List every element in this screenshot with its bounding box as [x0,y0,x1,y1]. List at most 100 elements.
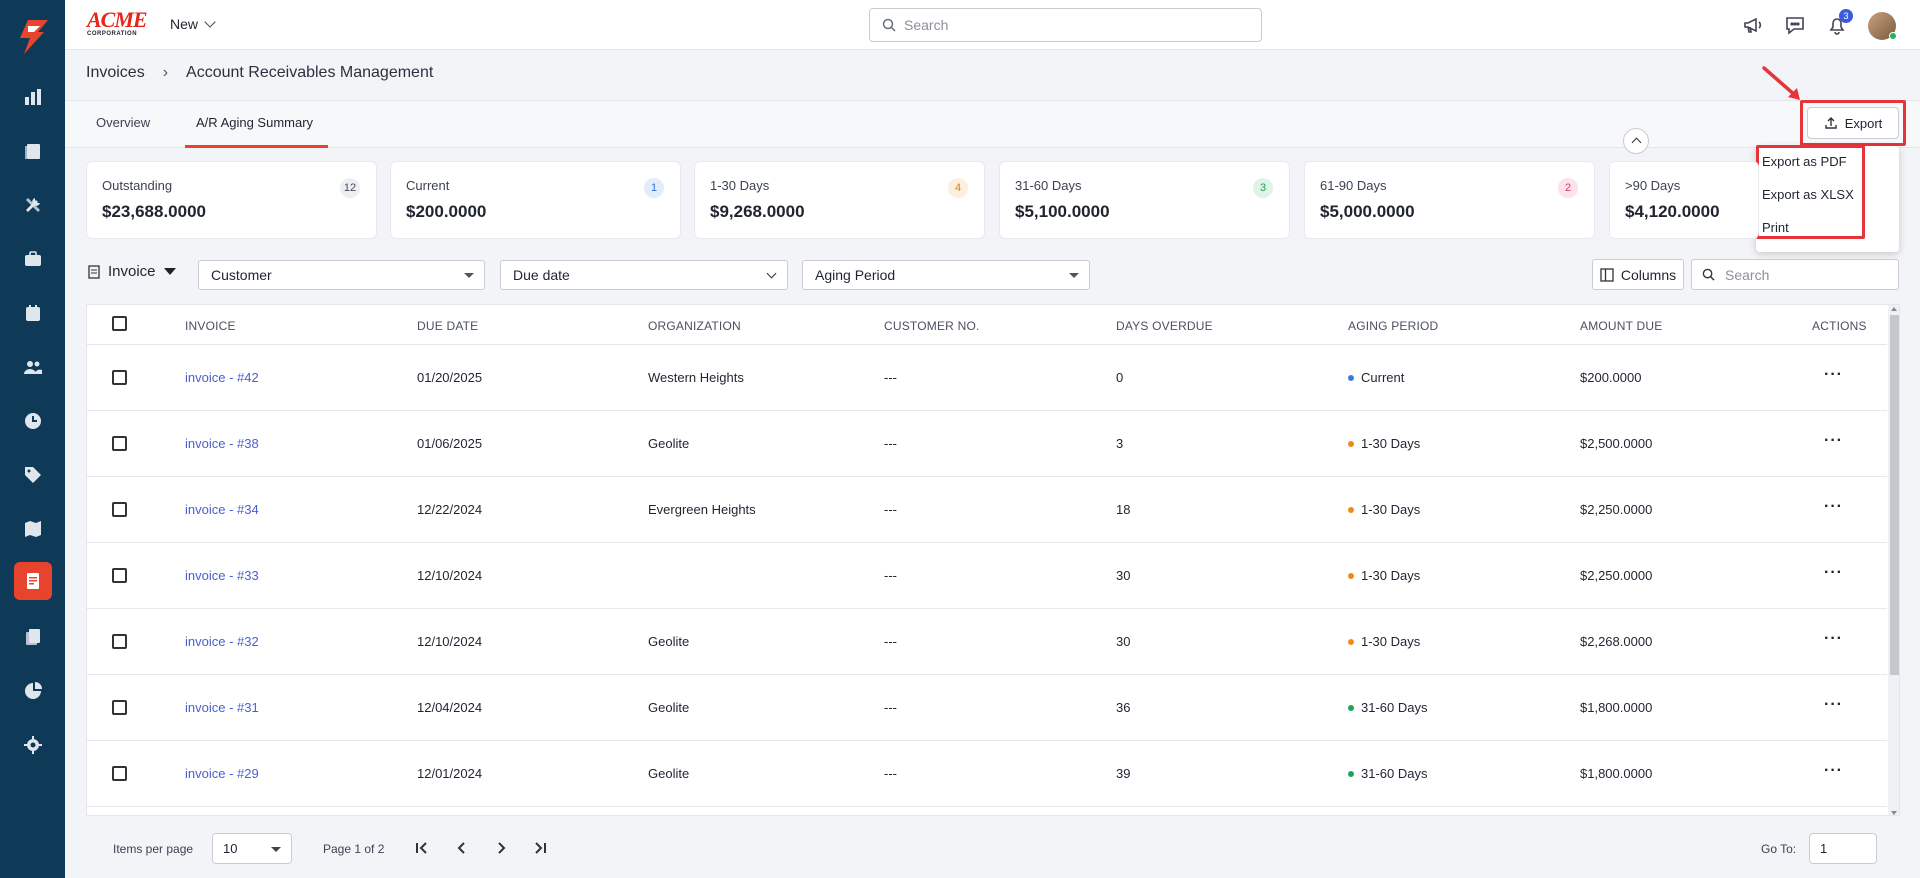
table-row[interactable]: invoice - #38 01/06/2025 Geolite --- 3 1-30 D… [87,411,1887,477]
row-checkbox[interactable] [112,766,127,781]
summary-card-1-30-days[interactable]: 1-30 Days $9,268.0000 4 [694,161,985,239]
row-actions-menu-icon[interactable]: ··· [1824,631,1843,647]
due-date-filter[interactable]: Due date [500,260,788,290]
invoice-link[interactable]: invoice - #33 [185,568,259,583]
summary-card-outstanding[interactable]: Outstanding $23,688.0000 12 [86,161,377,239]
export-button[interactable]: Export [1807,107,1899,139]
goto-page-input[interactable]: 1 [1809,833,1877,864]
select-all-checkbox[interactable] [112,316,127,331]
column-header-due-date[interactable]: DUE DATE [417,319,478,333]
pie-chart-icon[interactable] [20,678,46,704]
scroll-up-icon[interactable] [1891,307,1897,311]
new-menu-button[interactable]: New [170,16,216,32]
breadcrumb-invoices-link[interactable]: Invoices [86,64,145,82]
column-header-invoice[interactable]: INVOICE [185,319,236,333]
summary-card-31-60-days[interactable]: 31-60 Days $5,100.0000 3 [999,161,1290,239]
table-search[interactable] [1691,259,1899,290]
table-row[interactable]: invoice - #29 12/01/2024 Geolite --- 39 31-60… [87,741,1887,807]
row-checkbox[interactable] [112,436,127,451]
invoice-link[interactable]: invoice - #38 [185,436,259,451]
global-search[interactable] [869,8,1262,42]
column-header-aging-period[interactable]: AGING PERIOD [1348,319,1438,333]
row-checkbox[interactable] [112,502,127,517]
due-date-cell: 12/10/2024 [417,634,483,649]
customer-filter[interactable]: Customer [198,260,485,290]
table-row[interactable]: invoice - #32 12/10/2024 Geolite --- 30 1-30 … [87,609,1887,675]
tab-overview[interactable]: Overview [96,115,150,130]
row-checkbox[interactable] [112,568,127,583]
aging-period-filter[interactable]: Aging Period [802,260,1090,290]
columns-icon [1600,267,1614,282]
column-header-days-overdue[interactable]: DAYS OVERDUE [1116,319,1213,333]
row-checkbox[interactable] [112,634,127,649]
sidebar [0,0,65,878]
column-header-organization[interactable]: ORGANIZATION [648,319,741,333]
dashboard-chart-icon[interactable] [20,84,46,110]
documents-icon[interactable] [20,624,46,650]
previous-page-icon[interactable] [452,838,472,858]
calendar-icon[interactable] [20,300,46,326]
tab-ar-aging-summary[interactable]: A/R Aging Summary [196,115,313,130]
aging-period-label: 1-30 Days [1361,436,1421,451]
table-row[interactable]: invoice - #42 01/20/2025 Western Heights --… [87,345,1887,411]
settings-icon[interactable] [20,732,46,758]
table-row[interactable]: invoice - #33 12/10/2024 --- 30 1-30 Days $2,… [87,543,1887,609]
column-header-amount-due[interactable]: AMOUNT DUE [1580,319,1662,333]
table-search-input[interactable] [1725,266,1885,283]
table-row[interactable]: invoice - #34 12/22/2024 Evergreen Heights… [87,477,1887,543]
status-dot-icon [1348,506,1354,513]
scroll-down-icon[interactable] [1891,811,1897,815]
status-dot-icon [1348,704,1354,711]
row-actions-menu-icon[interactable]: ··· [1824,697,1843,713]
row-actions-menu-icon[interactable]: ··· [1824,763,1843,779]
column-header-customer-no[interactable]: CUSTOMER NO. [884,319,980,333]
tag-icon[interactable] [20,462,46,488]
top-bar: ACME CORPORATION New 3 [65,0,1920,50]
chat-icon[interactable] [1784,14,1806,39]
view-selector[interactable]: Invoice [88,263,176,280]
due-date-cell: 12/01/2024 [417,766,483,781]
collapse-summary-button[interactable] [1623,128,1649,154]
acme-logo[interactable]: ACME CORPORATION [87,9,149,40]
aging-period-label: 31-60 Days [1361,766,1428,781]
row-actions-menu-icon[interactable]: ··· [1824,433,1843,449]
map-icon[interactable] [20,516,46,542]
global-search-input[interactable] [904,17,1234,33]
aging-period-label: 1-30 Days [1361,502,1421,517]
notifications-bell-icon[interactable]: 3 [1826,8,1853,39]
first-page-icon[interactable] [412,838,432,858]
tasks-icon[interactable] [20,138,46,164]
table-row[interactable]: invoice - #31 12/04/2024 Geolite --- 36 31-60… [87,675,1887,741]
columns-button[interactable]: Columns [1592,259,1684,290]
table-scrollbar[interactable] [1888,305,1899,815]
briefcase-icon[interactable] [20,246,46,272]
row-actions-menu-icon[interactable]: ··· [1824,367,1843,383]
row-checkbox[interactable] [112,370,127,385]
invoice-link[interactable]: invoice - #29 [185,766,259,781]
due-date-cell: 12/22/2024 [417,502,483,517]
organization-cell: Geolite [648,700,690,715]
next-page-icon[interactable] [491,838,511,858]
users-icon[interactable] [20,354,46,380]
tools-icon[interactable] [20,192,46,218]
app-logo-icon[interactable] [14,18,52,56]
row-actions-menu-icon[interactable]: ··· [1824,565,1843,581]
summary-card-current[interactable]: Current $200.0000 1 [390,161,681,239]
summary-card-over-90-days[interactable]: >90 Days $4,120.0000 [1609,161,1759,239]
items-per-page-select[interactable]: 10 [212,833,292,864]
invoice-link[interactable]: invoice - #32 [185,634,259,649]
last-page-icon[interactable] [530,838,550,858]
scrollbar-thumb[interactable] [1890,315,1899,675]
invoice-link[interactable]: invoice - #31 [185,700,259,715]
columns-button-label: Columns [1620,266,1677,283]
search-icon [882,18,896,32]
clock-icon[interactable] [20,408,46,434]
row-checkbox[interactable] [112,700,127,715]
user-avatar[interactable] [1868,12,1897,40]
summary-card-61-90-days[interactable]: 61-90 Days $5,000.0000 2 [1304,161,1595,239]
invoice-icon[interactable] [20,568,46,594]
megaphone-icon[interactable] [1742,14,1764,39]
row-actions-menu-icon[interactable]: ··· [1824,499,1843,515]
invoice-link[interactable]: invoice - #42 [185,370,259,385]
invoice-link[interactable]: invoice - #34 [185,502,259,517]
